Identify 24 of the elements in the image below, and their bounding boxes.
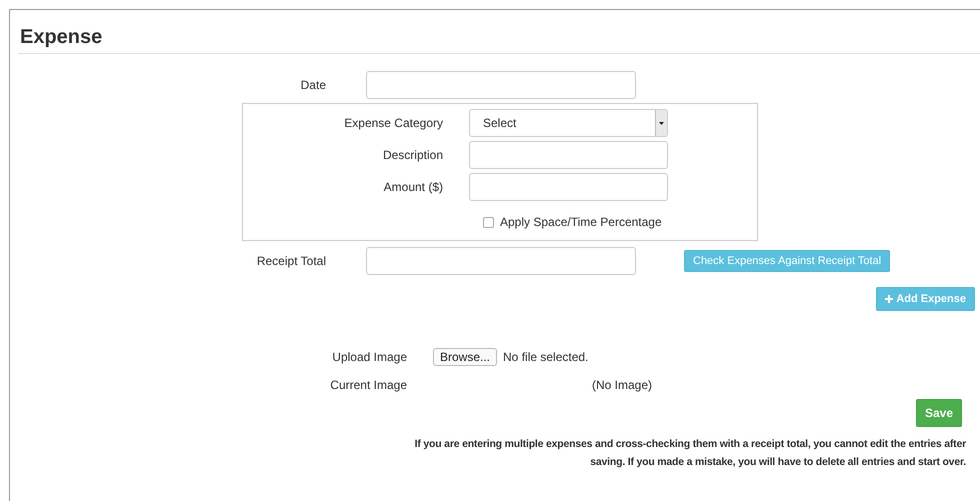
- caret-icon: [659, 122, 664, 124]
- field-label: Expense Category: [343, 116, 443, 130]
- amount-field[interactable]: [469, 173, 668, 201]
- checkbox[interactable]: [483, 216, 494, 228]
- checkbox-label: Apply Space/Time Percentage: [500, 215, 662, 229]
- add-expense-button[interactable]: Add Expense: [876, 287, 975, 311]
- field-label: Amount ($): [382, 180, 443, 194]
- plus-icon: [885, 295, 894, 303]
- check-expenses-button[interactable]: Check Expenses Against Receipt Total: [684, 250, 890, 272]
- field-label: Date: [300, 78, 326, 92]
- browse-button[interactable]: Browse...: [433, 348, 498, 366]
- page-title: Expense: [19, 25, 104, 49]
- field-label: Upload Image: [331, 350, 407, 364]
- field-label: Receipt Total: [256, 254, 326, 268]
- date-field[interactable]: [366, 71, 636, 99]
- save-button[interactable]: Save: [916, 399, 962, 427]
- field-label: Current Image: [329, 378, 407, 392]
- field-label: Description: [382, 148, 443, 162]
- image-status: (No Image): [592, 378, 652, 392]
- category-select[interactable]: Select: [469, 109, 668, 137]
- description-field[interactable]: [469, 141, 668, 169]
- warning-note: If you are entering multiple expenses and cross-checking them with a receipt total, you cannot edit the entries after saving. If you made a mistake, you will have to delete all entries and start over.: [414, 437, 966, 470]
- file-status: No file selected.: [503, 350, 588, 364]
- receipt-total-field[interactable]: [366, 247, 636, 275]
